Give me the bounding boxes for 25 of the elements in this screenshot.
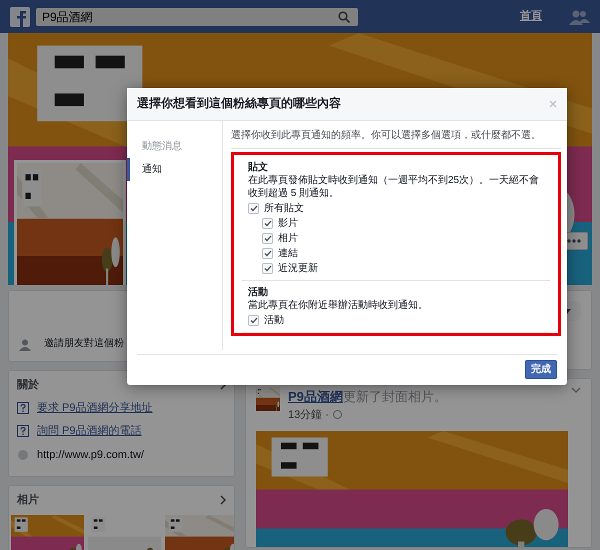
home-link[interactable]: 首頁 bbox=[520, 8, 542, 25]
question-icon bbox=[17, 425, 29, 438]
chevron-down-icon bbox=[571, 387, 581, 393]
search-field[interactable]: P9品酒網 bbox=[36, 8, 358, 26]
done-button[interactable]: 完成 bbox=[525, 360, 557, 379]
section-title: 關於 bbox=[17, 378, 39, 393]
friends-icon bbox=[568, 8, 590, 24]
search-icon bbox=[338, 10, 350, 22]
invite-text: 邀請朋友對這個粉 bbox=[44, 336, 124, 351]
section-title: 活動 bbox=[248, 286, 269, 299]
logo-icon bbox=[10, 6, 30, 26]
about-link[interactable]: 詢問 P9品酒網的電話 bbox=[37, 423, 142, 440]
question-icon bbox=[17, 402, 29, 414]
website-link[interactable]: http://www.p9.com.tw/ bbox=[37, 446, 144, 463]
author-link[interactable]: P9品酒網 bbox=[288, 389, 343, 404]
post-time: 13分鐘 · bbox=[288, 408, 329, 422]
about-link[interactable]: 要求 P9品酒網分享地址 bbox=[37, 400, 153, 416]
section-description: 當此專頁在你附近舉辦活動時收到通知。 bbox=[248, 298, 429, 312]
option-label: 活動 bbox=[264, 314, 284, 327]
checkbox[interactable] bbox=[248, 314, 259, 326]
section-title: 相片 bbox=[17, 492, 39, 508]
check-icon bbox=[250, 316, 258, 324]
person-icon bbox=[19, 339, 31, 351]
post-action: 更新了封面相片。 bbox=[342, 389, 447, 404]
chevron-icon bbox=[220, 495, 226, 506]
